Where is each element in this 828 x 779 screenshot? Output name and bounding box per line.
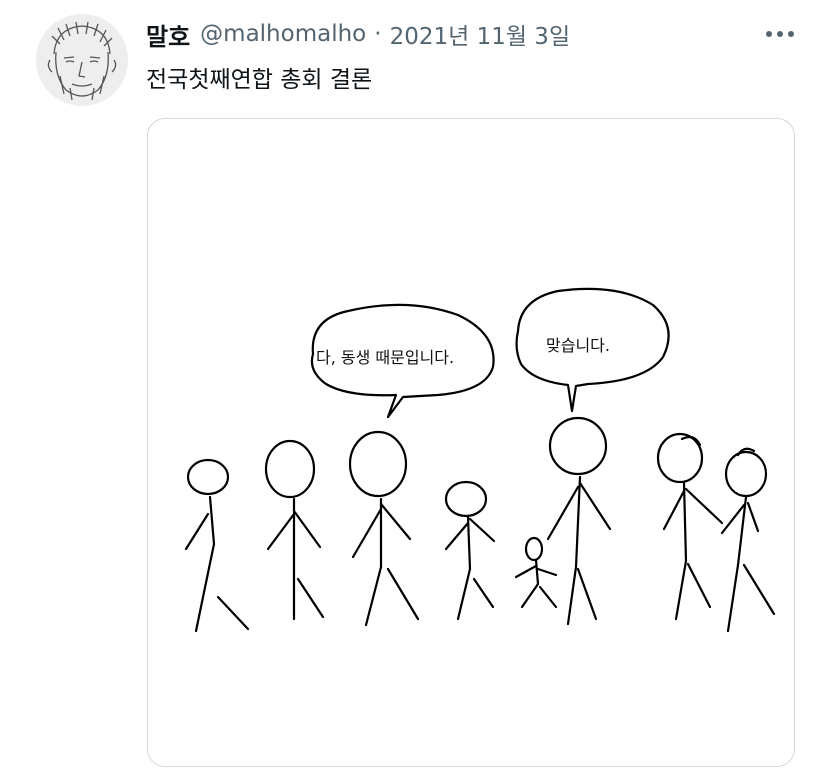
avatar-sketch-icon <box>36 14 128 106</box>
tweet: 말호 @malhomalho · 2021년 11월 3일 전국첫째연합 총회 … <box>0 0 828 779</box>
tweet-media-image[interactable]: 다, 동생 때문입니다. 맞습니다. <box>147 118 795 767</box>
stick-figure-7 <box>656 432 724 621</box>
more-horizontal-icon <box>766 31 794 37</box>
stick-figure-6 <box>546 416 612 626</box>
more-options-button[interactable] <box>760 18 800 50</box>
stick-figure-5 <box>514 536 558 609</box>
stick-figure-4 <box>444 480 496 621</box>
separator-dot: · <box>374 21 382 47</box>
avatar[interactable] <box>36 14 128 106</box>
speech-bubble-right-text: 맞습니다. <box>546 336 610 355</box>
stick-figure-2 <box>264 439 325 621</box>
tweet-text: 전국첫째연합 총회 결론 <box>146 67 373 93</box>
stick-figure-comic <box>184 287 776 633</box>
display-name[interactable]: 말호 <box>146 17 190 52</box>
user-handle[interactable]: @malhomalho <box>200 21 366 47</box>
stick-figure-1 <box>184 458 250 633</box>
tweet-header: 말호 @malhomalho · 2021년 11월 3일 <box>146 16 570 52</box>
tweet-date[interactable]: 2021년 11월 3일 <box>390 17 571 51</box>
stick-figure-8 <box>720 447 776 633</box>
stick-figure-3 <box>348 430 420 627</box>
speech-bubble-left-text: 다, 동생 때문입니다. <box>316 348 455 367</box>
